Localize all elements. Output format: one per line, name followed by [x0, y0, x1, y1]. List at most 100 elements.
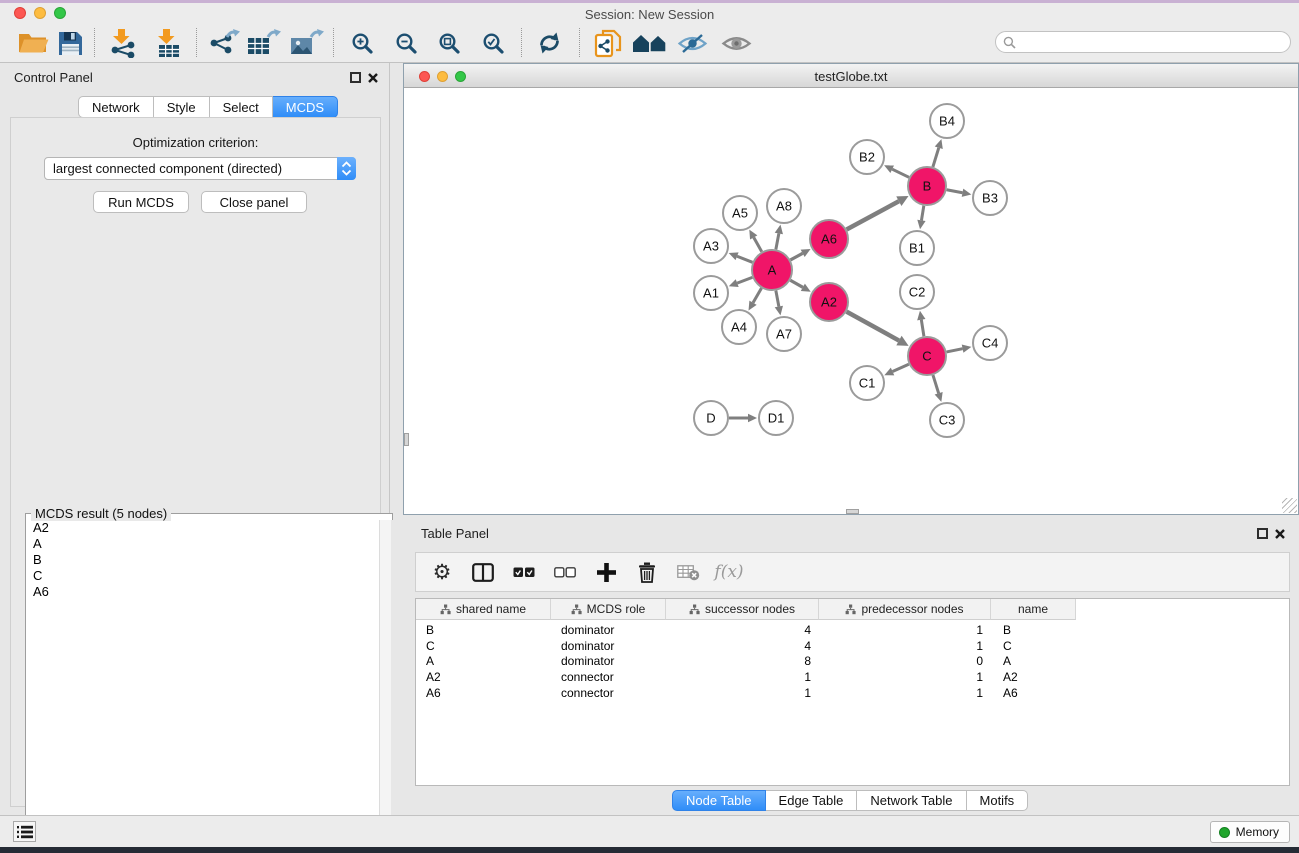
tab-network-table[interactable]: Network Table: [857, 790, 966, 811]
application-window: Session: New Session: [0, 0, 1299, 853]
graph-edge-A-A6[interactable]: [790, 253, 802, 260]
delete-table-icon[interactable]: [676, 559, 700, 585]
graph-edge-A-A2[interactable]: [790, 280, 803, 287]
splitter-handle-left[interactable]: [404, 433, 409, 446]
export-image-icon[interactable]: [287, 26, 327, 60]
zoom-out-icon[interactable]: [386, 26, 426, 60]
table-row[interactable]: A2connector11A2: [416, 669, 1289, 685]
tab-style[interactable]: Style: [154, 96, 210, 118]
network-window-titlebar[interactable]: testGlobe.txt: [404, 64, 1298, 88]
table-row[interactable]: A6connector11A6: [416, 685, 1289, 701]
graph-edge-A-A8[interactable]: [776, 234, 779, 250]
graph-edge-B-B3[interactable]: [947, 190, 963, 193]
table-settings-gear-icon[interactable]: ⚙: [430, 559, 454, 585]
table-cell: dominator: [551, 639, 666, 653]
task-history-button[interactable]: [13, 821, 36, 842]
search-field[interactable]: [995, 31, 1291, 53]
mcds-result-item[interactable]: A: [27, 536, 379, 552]
graph-edge-A-A7[interactable]: [776, 291, 779, 307]
zoom-selected-icon[interactable]: [473, 26, 513, 60]
memory-button[interactable]: Memory: [1210, 821, 1290, 843]
zoom-in-icon[interactable]: [342, 26, 382, 60]
column-header-shared-name[interactable]: shared name: [416, 599, 551, 620]
control-panel-tabs: Network Style Select MCDS: [78, 96, 338, 118]
graph-edge-A-A4[interactable]: [753, 288, 761, 303]
graph-edge-A-A1[interactable]: [737, 277, 752, 283]
criterion-dropdown-value: largest connected component (directed): [45, 161, 337, 176]
tab-mcds[interactable]: MCDS: [273, 96, 338, 118]
select-all-rows-icon[interactable]: [512, 559, 536, 585]
clone-network-icon[interactable]: [588, 26, 628, 60]
open-session-icon[interactable]: [13, 26, 53, 60]
mcds-result-item[interactable]: B: [27, 552, 379, 568]
control-panel-header: Control Panel: [0, 63, 389, 91]
table-cell: 4: [666, 623, 819, 637]
table-cell: A: [416, 654, 551, 668]
table-cell: 1: [819, 623, 991, 637]
network-canvas[interactable]: B4B2BB3A8A5A6B1A3AC2A1A2A4A7C4CC1DD1C3: [404, 89, 1298, 514]
export-network-icon[interactable]: [204, 26, 244, 60]
close-panel-button[interactable]: Close panel: [201, 191, 307, 213]
save-session-icon[interactable]: [50, 26, 90, 60]
tab-network[interactable]: Network: [78, 96, 154, 118]
graph-edge-C-C1[interactable]: [893, 364, 909, 371]
graph-edge-A6-B[interactable]: [847, 201, 899, 229]
table-cell: 1: [819, 639, 991, 653]
graph-edge-A-A3[interactable]: [737, 256, 752, 262]
graph-edge-arrowhead: [775, 225, 783, 235]
tab-node-table[interactable]: Node Table: [672, 790, 766, 811]
first-neighbors-icon[interactable]: [629, 26, 669, 60]
add-column-icon[interactable]: [594, 559, 618, 585]
mcds-result-item[interactable]: A6: [27, 584, 379, 600]
zoom-fit-icon[interactable]: [429, 26, 469, 60]
tab-edge-table[interactable]: Edge Table: [766, 790, 858, 811]
graph-edge-A2-C[interactable]: [847, 312, 899, 341]
table-cell: dominator: [551, 654, 666, 668]
close-table-panel-icon[interactable]: [1274, 528, 1286, 540]
mcds-result-item[interactable]: A2: [27, 520, 379, 536]
tab-select[interactable]: Select: [210, 96, 273, 118]
tab-motifs[interactable]: Motifs: [967, 790, 1029, 811]
graph-edge-A-A5[interactable]: [754, 237, 762, 251]
deselect-all-rows-icon[interactable]: [553, 559, 577, 585]
table-row[interactable]: Cdominator41C: [416, 638, 1289, 654]
column-visibility-icon[interactable]: [471, 559, 495, 585]
session-title: Session: New Session: [0, 7, 1299, 22]
table-cell: 1: [666, 686, 819, 700]
mcds-result-scrollbar[interactable]: [379, 520, 391, 852]
table-cell: A2: [416, 670, 551, 684]
run-mcds-button[interactable]: Run MCDS: [93, 191, 189, 213]
column-header-successor-nodes[interactable]: successor nodes: [666, 599, 819, 620]
graph-edge-B-B4[interactable]: [933, 148, 939, 167]
graph-node-label: A4: [731, 320, 747, 335]
export-table-icon[interactable]: [244, 26, 284, 60]
mcds-result-item[interactable]: C: [27, 568, 379, 584]
function-builder-icon[interactable]: f(x): [717, 559, 741, 585]
hide-selected-icon[interactable]: [672, 26, 712, 60]
table-cell: A6: [991, 686, 1076, 700]
resize-grip-icon[interactable]: [1282, 498, 1297, 513]
graph-edge-C-C2[interactable]: [921, 320, 924, 337]
import-table-icon[interactable]: [148, 26, 188, 60]
column-header-mcds-role[interactable]: MCDS role: [551, 599, 666, 620]
graph-edge-C-C4[interactable]: [947, 349, 963, 352]
table-row[interactable]: Adominator80A: [416, 654, 1289, 670]
criterion-dropdown[interactable]: largest connected component (directed): [44, 157, 356, 180]
graph-edge-C-C3[interactable]: [933, 375, 939, 393]
graph-edge-B-B1[interactable]: [921, 206, 923, 221]
show-all-icon[interactable]: [716, 26, 756, 60]
graph-edge-B-B2[interactable]: [892, 169, 909, 177]
graph-edge-arrowhead: [917, 311, 925, 321]
apply-layout-icon[interactable]: [529, 26, 569, 60]
import-network-icon[interactable]: [103, 26, 143, 60]
table-panel-tabs: Node Table Edge Table Network Table Moti…: [672, 790, 1028, 811]
table-row[interactable]: Bdominator41B: [416, 622, 1289, 638]
close-panel-icon[interactable]: [367, 72, 379, 84]
column-header-predecessor-nodes[interactable]: predecessor nodes: [819, 599, 991, 620]
column-header-name[interactable]: name: [991, 599, 1076, 620]
delete-column-trash-icon[interactable]: [635, 559, 659, 585]
search-input[interactable]: [1020, 35, 1290, 49]
float-table-panel-icon[interactable]: [1257, 528, 1268, 539]
splitter-handle-bottom[interactable]: [846, 509, 859, 514]
float-panel-icon[interactable]: [350, 72, 361, 83]
